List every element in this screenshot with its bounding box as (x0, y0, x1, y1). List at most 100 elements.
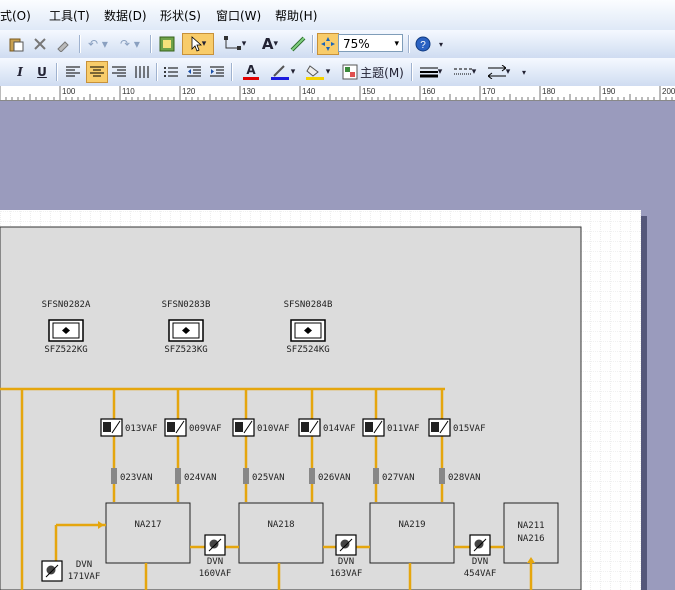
diagram-label: DVN (76, 560, 92, 570)
diagram-label: 009VAF (189, 424, 222, 434)
menu-window[interactable]: 窗口(W) (216, 7, 261, 24)
font-color-icon[interactable]: A (236, 62, 266, 82)
theme-button[interactable]: 主题(M) (339, 62, 407, 82)
svg-text:?: ? (420, 40, 426, 51)
chevron-down-icon: ▾ (394, 39, 399, 49)
zoom-value: 75% (343, 37, 370, 51)
diagram-label: 027VAN (382, 473, 415, 483)
menu-shapes[interactable]: 形状(S) (160, 7, 201, 24)
align-right-icon[interactable] (109, 62, 129, 82)
undo-icon[interactable]: ↶ ▾ (84, 34, 112, 54)
diagram-label: 171VAF (68, 572, 101, 582)
diagram-label: DVN (338, 557, 354, 567)
zoom-select[interactable]: 75% ▾ (338, 34, 403, 52)
ruler-ticks: 1001101201301401501601701801902002102202… (0, 86, 675, 100)
fill-color-icon[interactable]: ▾ (302, 62, 334, 82)
ruler-label: 180 (542, 87, 556, 96)
line-color-icon[interactable]: ▾ (268, 62, 298, 82)
standard-toolbar: ↶ ▾ ↷ ▾ ▾ ▾ A ▾ 75% ▾ ? ▾ (0, 30, 675, 59)
van-valve (243, 468, 249, 484)
separator (411, 63, 413, 81)
menu-tools[interactable]: 工具(T) (49, 7, 90, 24)
unit-box (105, 502, 191, 564)
van-valve (111, 468, 117, 484)
diagram-label: 160VAF (199, 569, 232, 579)
unit-box (369, 502, 455, 564)
menu-format[interactable]: 式(O) (0, 7, 31, 24)
diagram-label: 011VAF (387, 424, 420, 434)
line-pattern-icon[interactable]: ▾ (450, 62, 480, 82)
bullets-icon[interactable] (161, 62, 181, 82)
decrease-indent-icon[interactable] (184, 62, 204, 82)
ruler-label: 190 (602, 87, 616, 96)
line-ends-icon[interactable]: ▾ (484, 62, 514, 82)
sfsn-label: SFSN0283B (162, 300, 211, 310)
ruler-label: 170 (482, 87, 496, 96)
diagram-label: NA219 (398, 520, 425, 530)
separator (79, 35, 81, 53)
ruler-label: 160 (422, 87, 436, 96)
pointer-tool-icon[interactable]: ▾ (182, 33, 214, 55)
diagram-label: 023VAN (120, 473, 153, 483)
increase-indent-icon[interactable] (207, 62, 227, 82)
shapes-window-icon[interactable] (157, 34, 177, 54)
toolbar-options-icon[interactable]: ▾ (520, 62, 528, 82)
diagram-label: 014VAF (323, 424, 356, 434)
sfsn-label: SFSN0282A (42, 300, 91, 310)
unit-box (238, 502, 324, 564)
menu-help[interactable]: 帮助(H) (275, 7, 317, 24)
diagram-label: DVN (472, 557, 488, 567)
diagram-label: 010VAF (257, 424, 290, 434)
cut-icon[interactable] (30, 34, 50, 54)
diagram-label: NA216 (517, 534, 544, 544)
text-tool-icon[interactable]: A ▾ (255, 34, 285, 54)
diagram-label: 163VAF (330, 569, 363, 579)
separator (231, 63, 233, 81)
diagram-label: NA218 (267, 520, 294, 530)
van-valve (309, 468, 315, 484)
format-painter-icon[interactable] (53, 34, 73, 54)
sfsn-sublabel: SFZ522KG (44, 345, 87, 355)
diagram-label: 015VAF (453, 424, 486, 434)
menu-data[interactable]: 数据(D) (104, 7, 147, 24)
paste-icon[interactable] (6, 34, 26, 54)
justify-icon[interactable] (132, 62, 152, 82)
sfsn-label: SFSN0284B (284, 300, 333, 310)
menu-bar: 式(O) 工具(T) 数据(D) 形状(S) 窗口(W) 帮助(H) (0, 0, 675, 31)
separator (156, 63, 158, 81)
theme-label: 主题(M) (360, 65, 404, 80)
align-center-icon[interactable] (86, 61, 108, 83)
redo-icon[interactable]: ↷ ▾ (116, 34, 144, 54)
text-tool-glyph: A (261, 35, 274, 53)
diagram-label: 013VAF (125, 424, 158, 434)
diagram-label: 024VAN (184, 473, 217, 483)
diagram-label: NA211 (517, 521, 544, 531)
diagram-label: 028VAN (448, 473, 481, 483)
italic-button[interactable]: I (14, 62, 26, 82)
ruler-label: 140 (302, 87, 316, 96)
help-icon[interactable]: ? (413, 34, 433, 54)
line-weight-icon[interactable]: ▾ (416, 62, 446, 82)
separator (312, 35, 314, 53)
diagram-label: DVN (207, 557, 223, 567)
drawing-canvas[interactable]: SFSN0282A SFZ522KG SFSN0283B SFZ523KG SFSN02… (0, 101, 675, 590)
diagram-label: 026VAN (318, 473, 351, 483)
connector-tool-icon[interactable]: ▾ (220, 34, 250, 54)
unit-box (503, 502, 559, 564)
separator (56, 63, 58, 81)
van-valve (373, 468, 379, 484)
ruler-label: 200 (662, 87, 675, 96)
diagram-label: 025VAN (252, 473, 285, 483)
pan-zoom-icon[interactable] (317, 33, 339, 55)
line-tool-icon[interactable] (289, 34, 309, 54)
diagram-label: NA217 (134, 520, 161, 530)
toolbar-options-icon[interactable]: ▾ (437, 34, 445, 54)
underline-button[interactable]: U (34, 62, 50, 82)
separator (150, 35, 152, 53)
ruler-label: 150 (362, 87, 376, 96)
separator (408, 35, 410, 53)
van-valve (175, 468, 181, 484)
ruler-label: 120 (182, 87, 196, 96)
align-left-icon[interactable] (63, 62, 83, 82)
ruler-label: 110 (122, 87, 135, 96)
